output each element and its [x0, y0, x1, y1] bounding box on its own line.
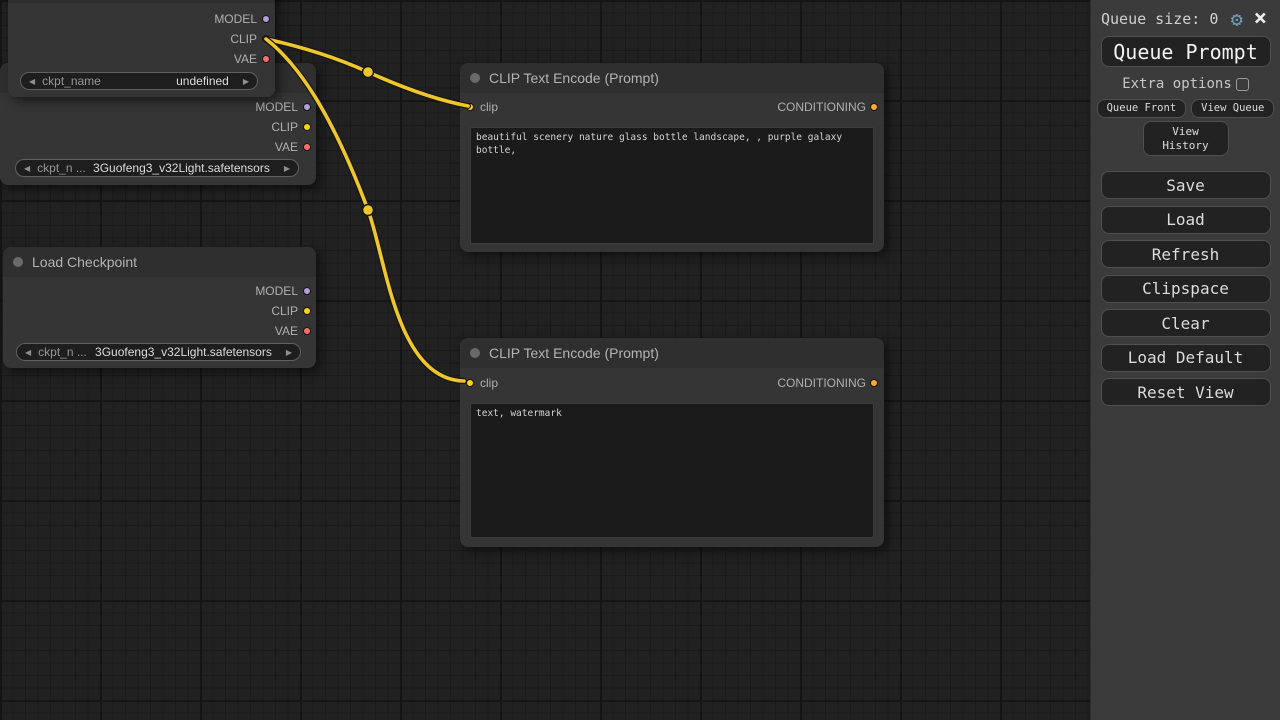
node-title-bar[interactable]: Load Checkpoint	[3, 247, 316, 277]
arrow-right-icon[interactable]: ▶	[286, 348, 292, 357]
node-graph-canvas[interactable]: MODEL CLIP VAE ◀ ckpt_n ... 3Guofeng3_v3…	[0, 0, 1090, 720]
conditioning-port-icon[interactable]	[870, 379, 878, 387]
view-history-line1: View	[1144, 125, 1228, 139]
vae-port-icon[interactable]	[303, 327, 311, 335]
view-queue-button[interactable]: View Queue	[1191, 99, 1274, 118]
arrow-left-icon[interactable]: ◀	[29, 77, 35, 86]
output-label: CLIP	[271, 304, 298, 318]
extra-options-checkbox[interactable]	[1236, 78, 1249, 91]
settings-gear-icon[interactable]: ⚙	[1231, 9, 1243, 29]
extra-options-label: Extra options	[1122, 76, 1232, 92]
view-history-button[interactable]: View History	[1143, 121, 1229, 156]
io-slot-row: clip CONDITIONING	[460, 373, 884, 393]
menu-button-stack: Save Load Refresh Clipspace Clear Load D…	[1091, 171, 1280, 406]
menu-header: Queue size: 0 ⚙ ×	[1091, 0, 1280, 33]
node-load-checkpoint-top[interactable]: MODEL CLIP VAE ◀ ckpt_name undefined ▶	[8, 0, 275, 97]
output-slot-vae: VAE	[0, 137, 316, 157]
load-button[interactable]: Load	[1101, 206, 1271, 234]
output-slot-clip: CLIP	[3, 301, 316, 321]
ckpt-name-combo-widget[interactable]: ◀ ckpt_n ... 3Guofeng3_v32Light.safetens…	[15, 159, 299, 177]
node-title: CLIP Text Encode (Prompt)	[489, 70, 659, 86]
widget-value: undefined	[176, 74, 229, 88]
queue-size-label: Queue size: 0	[1101, 10, 1231, 28]
output-slot-model: MODEL	[8, 9, 275, 29]
node-load-checkpoint[interactable]: Load Checkpoint MODEL CLIP VAE ◀ ckpt_n …	[3, 247, 316, 368]
clip-port-icon[interactable]	[303, 307, 311, 315]
arrow-left-icon[interactable]: ◀	[24, 164, 30, 173]
node-title-bar[interactable]: CLIP Text Encode (Prompt)	[460, 63, 884, 93]
widget-label: ckpt_n ...	[38, 345, 87, 359]
model-port-icon[interactable]	[262, 15, 270, 23]
node-title: CLIP Text Encode (Prompt)	[489, 345, 659, 361]
vae-port-icon[interactable]	[262, 55, 270, 63]
output-label: CLIP	[271, 120, 298, 134]
output-slot-clip: CLIP	[0, 117, 316, 137]
output-label: CLIP	[230, 32, 257, 46]
collapse-dot-icon[interactable]	[13, 257, 23, 267]
clip-port-icon[interactable]	[303, 123, 311, 131]
output-label: CONDITIONING	[777, 376, 866, 390]
ckpt-name-combo-widget[interactable]: ◀ ckpt_n ... 3Guofeng3_v32Light.safetens…	[16, 343, 301, 361]
widget-value: 3Guofeng3_v32Light.safetensors	[93, 161, 270, 175]
output-label: VAE	[275, 324, 298, 338]
output-label: MODEL	[255, 284, 298, 298]
node-clip-text-encode-negative[interactable]: CLIP Text Encode (Prompt) clip CONDITION…	[460, 338, 884, 547]
widget-label: ckpt_name	[42, 74, 101, 88]
vae-port-icon[interactable]	[303, 143, 311, 151]
save-button[interactable]: Save	[1101, 171, 1271, 199]
queue-prompt-button[interactable]: Queue Prompt	[1101, 36, 1271, 67]
collapse-dot-icon[interactable]	[470, 73, 480, 83]
output-slot-vae: VAE	[8, 49, 275, 69]
output-slot-model: MODEL	[3, 281, 316, 301]
clip-port-icon[interactable]	[262, 35, 270, 43]
input-label: clip	[480, 100, 498, 114]
output-label: MODEL	[214, 12, 257, 26]
output-label: VAE	[275, 140, 298, 154]
close-icon[interactable]: ×	[1254, 9, 1267, 29]
comfy-menu-panel: Queue size: 0 ⚙ × Queue Prompt Extra opt…	[1090, 0, 1280, 720]
arrow-right-icon[interactable]: ▶	[243, 77, 249, 86]
output-slot-clip: CLIP	[8, 29, 275, 49]
widget-label: ckpt_n ...	[37, 161, 86, 175]
refresh-button[interactable]: Refresh	[1101, 240, 1271, 268]
node-clip-text-encode-positive[interactable]: CLIP Text Encode (Prompt) clip CONDITION…	[460, 63, 884, 252]
collapse-dot-icon[interactable]	[470, 348, 480, 358]
reset-view-button[interactable]: Reset View	[1101, 378, 1271, 406]
node-title: Load Checkpoint	[32, 254, 137, 270]
io-slot-row: clip CONDITIONING	[460, 97, 884, 117]
widget-value: 3Guofeng3_v32Light.safetensors	[95, 345, 272, 359]
conditioning-port-icon[interactable]	[870, 103, 878, 111]
node-title-bar[interactable]: CLIP Text Encode (Prompt)	[460, 338, 884, 368]
input-label: clip	[480, 376, 498, 390]
clip-input-port-icon[interactable]	[466, 103, 474, 111]
output-label: CONDITIONING	[777, 100, 866, 114]
link-midpoint-dot[interactable]	[363, 205, 374, 216]
clipspace-button[interactable]: Clipspace	[1101, 275, 1271, 303]
arrow-right-icon[interactable]: ▶	[284, 164, 290, 173]
link-midpoint-dot[interactable]	[363, 67, 374, 78]
output-slot-model: MODEL	[0, 97, 316, 117]
output-label: VAE	[234, 52, 257, 66]
clear-button[interactable]: Clear	[1101, 309, 1271, 337]
ckpt-name-combo-widget[interactable]: ◀ ckpt_name undefined ▶	[20, 72, 258, 90]
load-default-button[interactable]: Load Default	[1101, 344, 1271, 372]
output-label: MODEL	[255, 100, 298, 114]
queue-front-button[interactable]: Queue Front	[1097, 99, 1187, 118]
model-port-icon[interactable]	[303, 103, 311, 111]
node-title-bar[interactable]	[8, 0, 275, 3]
prompt-textarea[interactable]: beautiful scenery nature glass bottle la…	[470, 127, 874, 244]
extra-options-row: Extra options	[1091, 76, 1280, 92]
model-port-icon[interactable]	[303, 287, 311, 295]
queue-buttons-row: Queue Front View Queue	[1091, 99, 1280, 118]
clip-input-port-icon[interactable]	[466, 379, 474, 387]
prompt-textarea[interactable]: text, watermark	[470, 403, 874, 538]
view-history-line2: History	[1144, 139, 1228, 153]
output-slot-vae: VAE	[3, 321, 316, 341]
arrow-left-icon[interactable]: ◀	[25, 348, 31, 357]
